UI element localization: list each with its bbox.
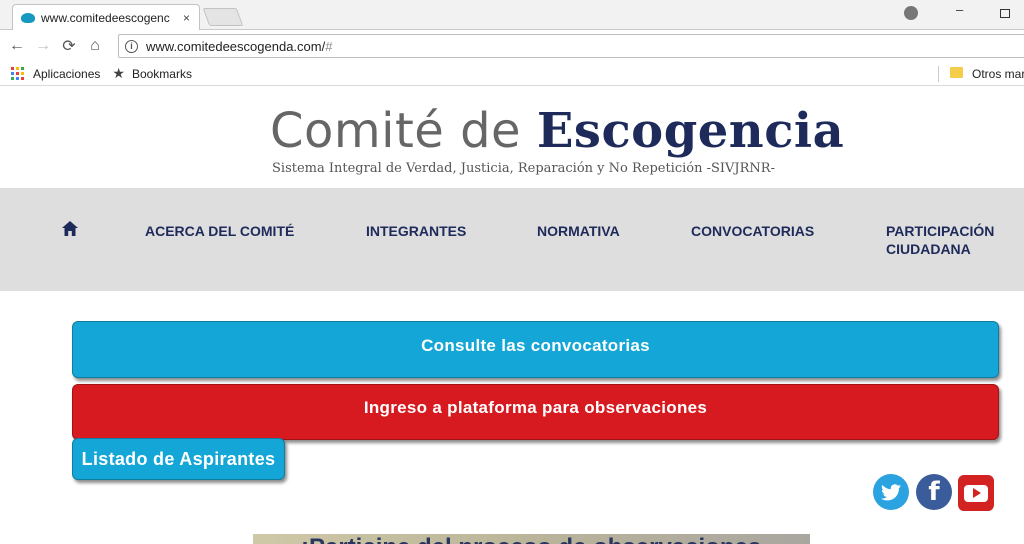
banner-text: ¡Participe del proceso de observaciones [301, 534, 761, 544]
new-tab-button[interactable] [202, 8, 244, 26]
facebook-icon[interactable]: f [916, 474, 952, 510]
tab-strip: www.comitedeescogenc × – [0, 0, 1024, 30]
bookmark-bookmarks[interactable]: Bookmarks [132, 67, 192, 81]
applicants-list-button[interactable]: Listado de Aspirantes [72, 438, 285, 480]
youtube-icon-frame [964, 484, 988, 502]
browser-tab[interactable]: www.comitedeescogenc × [12, 4, 200, 30]
logo-title-bold: Escogencia [536, 103, 845, 159]
logo-subtitle: Sistema Integral de Verdad, Justicia, Re… [272, 161, 775, 176]
logo-title: Comité de Escogencia [270, 103, 844, 159]
restore-icon[interactable] [1000, 9, 1010, 18]
url-main: www.comitedeescogenda.com/ [146, 38, 326, 54]
address-bar[interactable]: i www.comitedeescogenda.com/# [118, 34, 1024, 58]
observations-platform-button[interactable]: Ingreso a plataforma para observaciones [72, 384, 999, 440]
reload-icon[interactable]: ⟳ [56, 36, 82, 56]
folder-icon [950, 67, 963, 78]
apps-icon[interactable] [11, 67, 24, 80]
site-favicon-icon [21, 12, 35, 23]
tab-title: www.comitedeescogenc [41, 10, 170, 25]
youtube-icon[interactable] [958, 475, 994, 511]
bookmark-other[interactable]: Otros mar [972, 67, 1024, 81]
twitter-icon[interactable] [873, 474, 909, 510]
bookmark-apps[interactable]: Aplicaciones [33, 67, 100, 81]
bookmarks-separator [938, 66, 939, 82]
consult-calls-button[interactable]: Consulte las convocatorias [72, 321, 999, 378]
forward-icon[interactable]: → [30, 37, 56, 55]
nav-regulation[interactable]: NORMATIVA [537, 222, 620, 240]
nav-participation-line1: PARTICIPACIÓN [886, 223, 995, 239]
browser-toolbar: ← → ⟳ ⌂ i www.comitedeescogenda.com/# [0, 31, 1024, 61]
back-icon[interactable]: ← [4, 37, 30, 55]
site-logo[interactable]: Comité de Escogencia Sistema Integral de… [270, 103, 844, 176]
participation-banner[interactable]: ¡Participe del proceso de observaciones [253, 534, 810, 544]
home-button-icon[interactable]: ⌂ [82, 37, 108, 55]
youtube-play-icon [973, 488, 981, 498]
url-text: www.comitedeescogenda.com/# [146, 39, 332, 54]
profile-icon[interactable] [904, 6, 918, 20]
info-icon[interactable]: i [125, 39, 138, 53]
nav-members[interactable]: INTEGRANTES [366, 222, 466, 240]
minimize-icon[interactable]: – [956, 2, 963, 17]
main-navigation: ACERCA DEL COMITÉ INTEGRANTES NORMATIVA … [0, 188, 1024, 291]
nav-participation-line2: CIUDADANA [886, 241, 971, 257]
nav-about[interactable]: ACERCA DEL COMITÉ [145, 222, 294, 240]
nav-participation[interactable]: PARTICIPACIÓN CIUDADANA [886, 222, 994, 258]
bookmarks-bar: Aplicaciones ★ Bookmarks Otros mar [0, 62, 1024, 86]
url-hash: # [325, 38, 333, 54]
star-icon: ★ [112, 65, 125, 81]
nav-calls[interactable]: CONVOCATORIAS [691, 222, 814, 240]
logo-title-light: Comité de [270, 103, 537, 159]
tab-close-icon[interactable]: × [183, 11, 190, 25]
home-icon[interactable] [62, 221, 78, 241]
